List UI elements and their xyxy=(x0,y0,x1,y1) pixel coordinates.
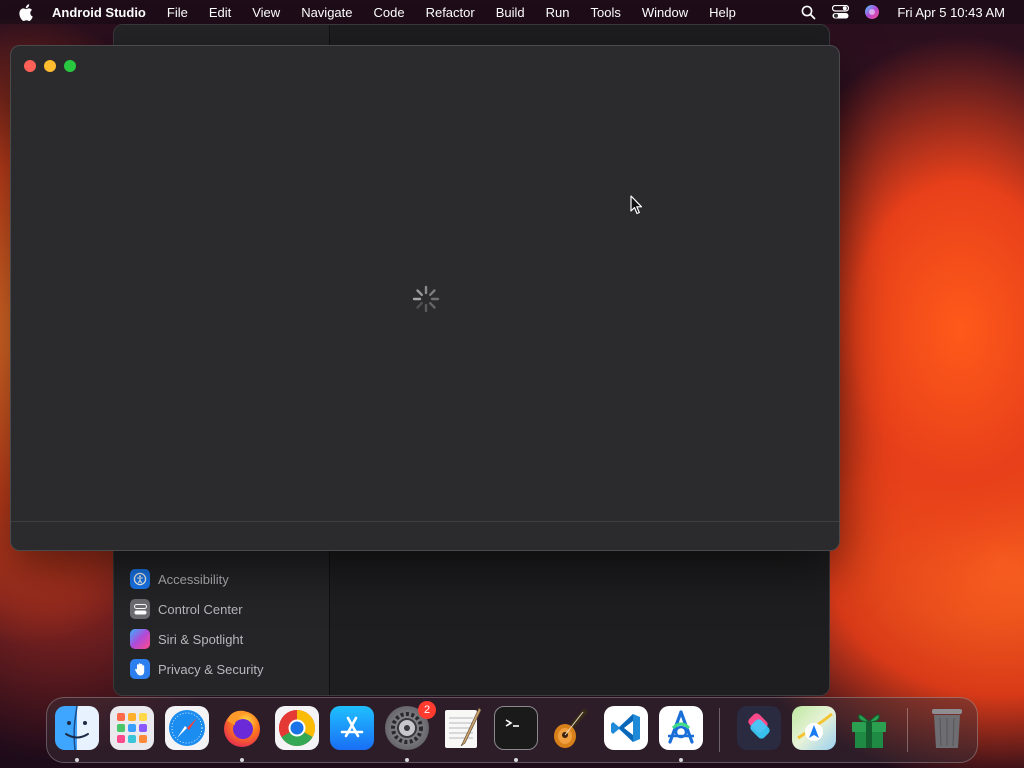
maps-icon[interactable] xyxy=(792,706,836,750)
close-window-button[interactable] xyxy=(24,60,36,72)
menu-refactor[interactable]: Refactor xyxy=(426,5,475,20)
zoom-window-button[interactable] xyxy=(64,60,76,72)
menu-code[interactable]: Code xyxy=(374,5,405,20)
android-studio-running-indicator xyxy=(679,758,683,762)
search-icon[interactable] xyxy=(799,3,817,21)
trash-icon[interactable] xyxy=(925,706,969,750)
menu-app-name[interactable]: Android Studio xyxy=(52,5,146,20)
firefox-icon[interactable] xyxy=(220,706,264,750)
dock: 2 xyxy=(46,697,978,763)
menu-clock[interactable]: Fri Apr 5 10:43 AM xyxy=(897,5,1005,20)
loading-spinner-icon xyxy=(412,285,440,313)
firefox-running-indicator xyxy=(240,758,244,762)
hand-icon xyxy=(130,659,150,679)
finder-running-indicator xyxy=(75,758,79,762)
sidebar-item-label: Privacy & Security xyxy=(158,661,264,677)
textedit-icon[interactable] xyxy=(440,706,484,750)
safari-icon[interactable] xyxy=(165,706,209,750)
sidebar-item-label: Control Center xyxy=(158,601,243,617)
android-studio-loading-window xyxy=(10,45,840,551)
apple-menu-icon[interactable] xyxy=(18,0,36,24)
sidebar-item-accessibility[interactable]: Accessibility xyxy=(130,567,229,591)
shortcuts-icon[interactable] xyxy=(737,706,781,750)
siri-icon[interactable] xyxy=(863,3,881,21)
sidebar-item-label: Accessibility xyxy=(158,571,229,587)
mouse-cursor-icon xyxy=(630,195,643,215)
sidebar-item-label: Siri & Spotlight xyxy=(158,631,244,647)
vscode-icon[interactable] xyxy=(604,706,648,750)
sidebar-item-privacy-security[interactable]: Privacy & Security xyxy=(130,657,263,681)
menu-navigate[interactable]: Navigate xyxy=(301,5,352,20)
control-center-icon xyxy=(130,599,150,619)
menu-build[interactable]: Build xyxy=(496,5,525,20)
menu-run[interactable]: Run xyxy=(546,5,570,20)
terminal-icon[interactable] xyxy=(494,706,538,750)
launchpad-icon[interactable] xyxy=(110,706,154,750)
window-controls xyxy=(24,60,76,72)
siri-icon xyxy=(130,629,150,649)
android-studio-icon[interactable] xyxy=(659,706,703,750)
sidebar-item-siri-spotlight[interactable]: Siri & Spotlight xyxy=(130,627,243,651)
control-center-icon[interactable] xyxy=(831,3,849,21)
menu-view[interactable]: View xyxy=(252,5,280,20)
menu-bar: Android Studio File Edit View Navigate C… xyxy=(0,0,1024,24)
dock-separator xyxy=(907,708,908,752)
menu-window[interactable]: Window xyxy=(642,5,688,20)
sidebar-item-control-center[interactable]: Control Center xyxy=(130,597,243,621)
window-status-bar xyxy=(11,521,839,550)
system-settings-icon[interactable]: 2 xyxy=(385,701,436,750)
terminal-running-indicator xyxy=(514,758,518,762)
app-store-icon[interactable] xyxy=(330,706,374,750)
menu-tools[interactable]: Tools xyxy=(591,5,621,20)
dock-separator xyxy=(719,708,720,752)
chrome-icon[interactable] xyxy=(275,706,319,750)
menu-edit[interactable]: Edit xyxy=(209,5,231,20)
minimize-window-button[interactable] xyxy=(44,60,56,72)
menu-help[interactable]: Help xyxy=(709,5,736,20)
system-settings-running-indicator xyxy=(405,758,409,762)
finder-icon[interactable] xyxy=(55,706,99,750)
menu-file[interactable]: File xyxy=(167,5,188,20)
gift-icon[interactable] xyxy=(847,706,891,750)
accessibility-icon xyxy=(130,569,150,589)
notification-badge: 2 xyxy=(418,701,436,719)
garageband-icon[interactable] xyxy=(549,706,593,750)
